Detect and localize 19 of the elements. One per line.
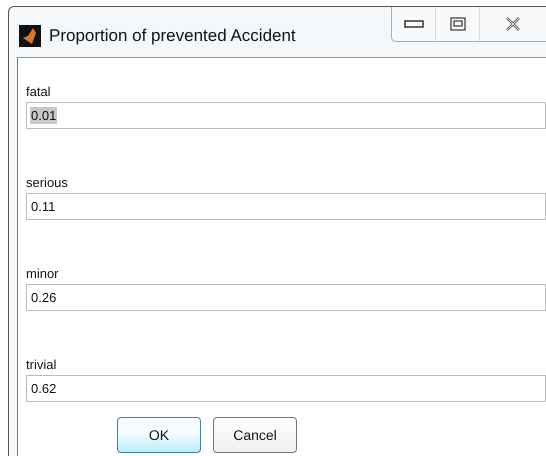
window-title: Proportion of prevented Accident	[49, 26, 296, 46]
minimize-icon	[404, 20, 424, 28]
field-value: 0.26	[30, 289, 58, 306]
input-field[interactable]: 0.11	[26, 193, 546, 220]
field-value: 0.62	[30, 380, 58, 397]
close-icon	[505, 17, 521, 31]
input-field[interactable]: 0.01	[26, 102, 546, 129]
input-field[interactable]: 0.26	[26, 284, 546, 311]
field-label: minor	[26, 266, 60, 281]
cancel-button[interactable]: Cancel	[213, 417, 297, 453]
app-icon	[19, 25, 41, 47]
field-label: serious	[26, 175, 69, 190]
maximize-icon	[450, 17, 466, 31]
ok-button[interactable]: OK	[117, 417, 201, 453]
field-label: trivial	[26, 357, 58, 372]
field-label: fatal	[26, 84, 52, 99]
input-field[interactable]: 0.62	[26, 375, 546, 402]
field-value: 0.01	[30, 107, 58, 124]
field-value: 0.11	[30, 198, 56, 215]
